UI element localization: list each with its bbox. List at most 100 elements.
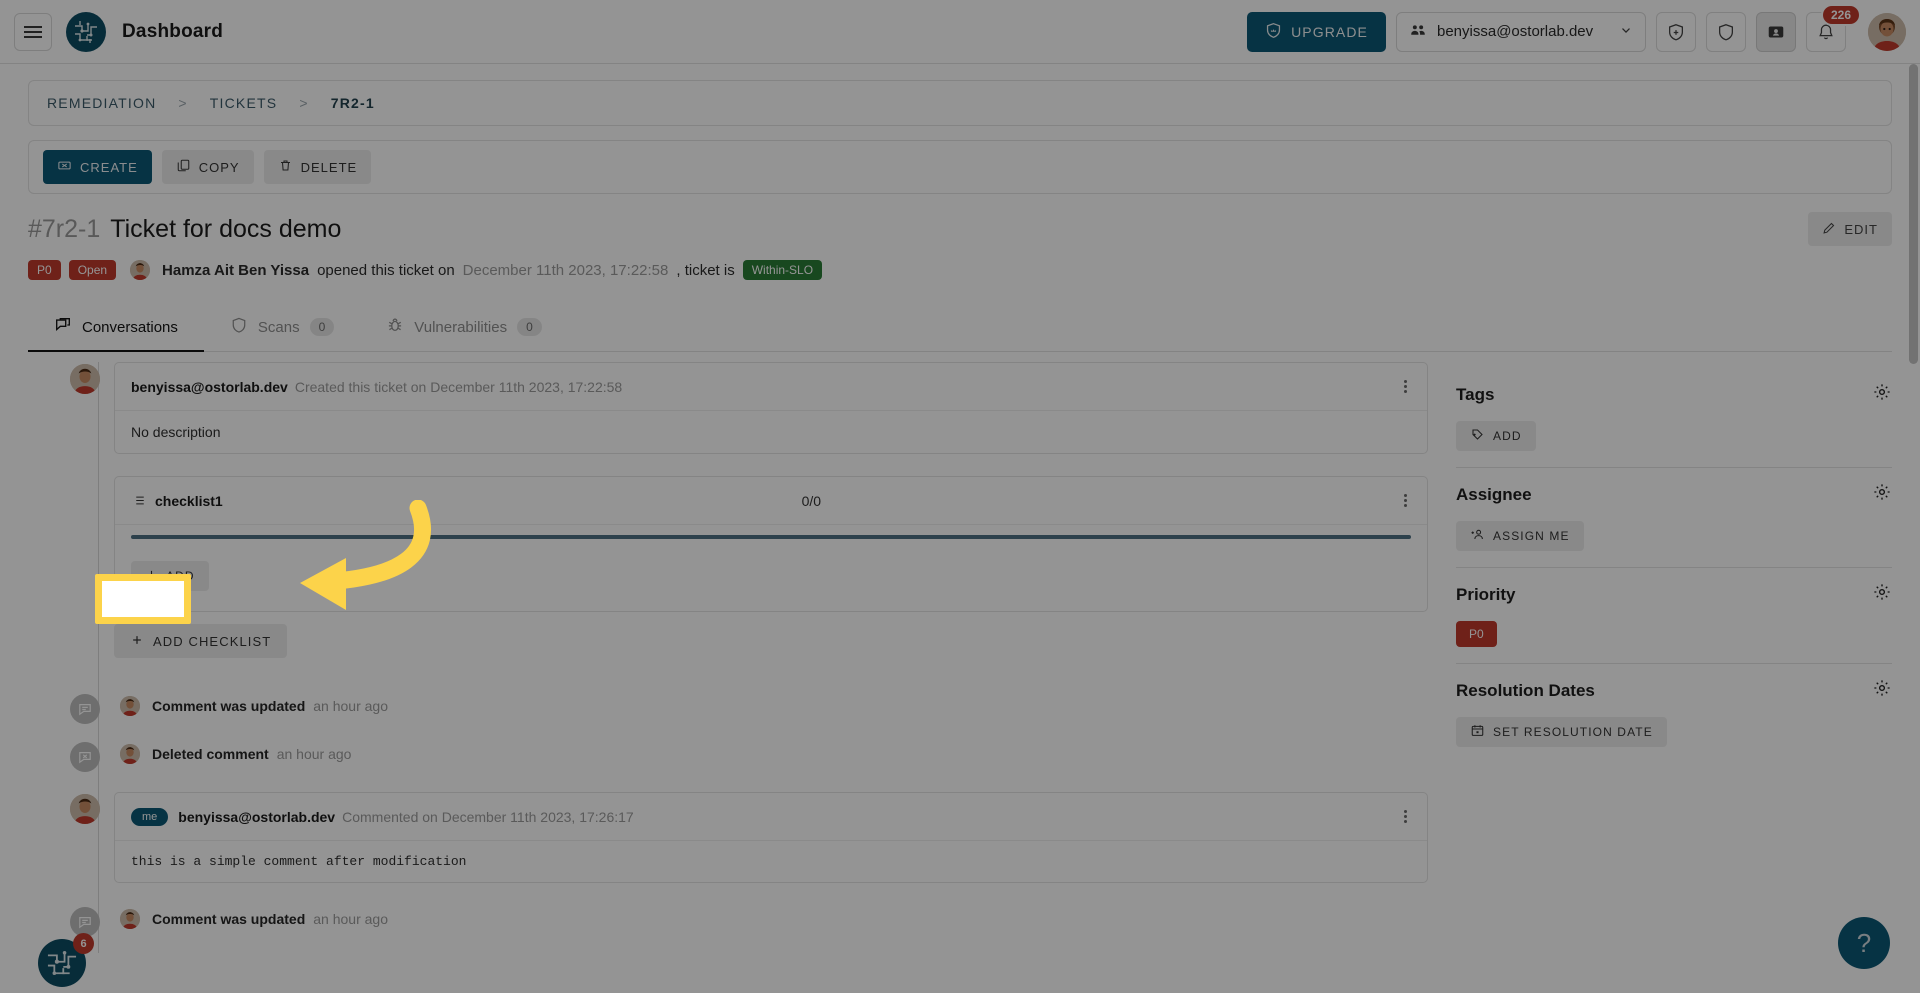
gear-icon[interactable] (1872, 482, 1892, 507)
avatar (70, 364, 100, 394)
card-body: No description (131, 424, 221, 440)
activity-timeline: benyissa@ostorlab.dev Created this ticke… (28, 362, 1428, 953)
section-header: Resolution Dates (1456, 678, 1892, 703)
upgrade-button[interactable]: UPGRADE (1247, 11, 1386, 52)
timeline-item-checklist: checklist1 0/0 ADD ADD CHECKLIST (114, 476, 1428, 658)
shield-plus-icon[interactable] (1656, 11, 1696, 52)
breadcrumb: REMEDIATION > TICKETS > 7R2-1 (28, 80, 1892, 126)
tab-label: Conversations (82, 318, 178, 336)
create-label: CREATE (80, 159, 138, 175)
breadcrumb-item-current[interactable]: 7R2-1 (331, 95, 375, 111)
shield-crown-icon (1265, 22, 1282, 42)
more-vertical-icon[interactable] (1400, 376, 1411, 397)
page-content: REMEDIATION > TICKETS > 7R2-1 CREATE COP… (0, 64, 1920, 953)
ticket-name: Ticket for docs demo (110, 214, 342, 243)
set-resolution-date-button[interactable]: SET RESOLUTION DATE (1456, 717, 1667, 747)
copy-icon (176, 158, 191, 176)
help-label: ? (1856, 927, 1872, 958)
organization-selector[interactable]: benyissa@ostorlab.dev (1396, 11, 1646, 52)
comment-card: me benyissa@ostorlab.dev Commented on De… (114, 792, 1428, 883)
breadcrumb-separator: > (299, 95, 309, 111)
checklist-add-button[interactable]: ADD (131, 561, 209, 591)
slo-badge: Within-SLO (742, 260, 823, 280)
tab-count: 0 (309, 318, 335, 336)
tab-label: Vulnerabilities (414, 318, 508, 336)
user-avatar[interactable] (1868, 12, 1906, 51)
tab-vulnerabilities[interactable]: Vulnerabilities 0 (360, 302, 568, 351)
plus-icon (130, 633, 144, 650)
timeline-item-activity: Comment was updated an hour ago (70, 905, 1428, 937)
activity-text: Deleted comment (152, 746, 269, 762)
shield-icon[interactable] (1706, 11, 1746, 52)
breadcrumb-item-tickets[interactable]: TICKETS (210, 95, 278, 111)
card-header: me benyissa@ostorlab.dev Commented on De… (115, 793, 1427, 841)
notification-badge: 226 (1820, 3, 1861, 26)
add-checklist-label: ADD CHECKLIST (153, 633, 272, 649)
author-avatar (130, 260, 151, 280)
edit-label: EDIT (1844, 221, 1878, 237)
checklist-progress-wrap (115, 525, 1427, 539)
more-vertical-icon[interactable] (1400, 490, 1411, 511)
add-checklist-button[interactable]: ADD CHECKLIST (114, 624, 288, 658)
chat-icon (54, 316, 72, 338)
plus-icon (145, 568, 158, 584)
activity-time: an hour ago (276, 746, 352, 762)
add-tag-label: ADD (1493, 429, 1522, 443)
gear-icon[interactable] (1872, 678, 1892, 703)
id-card-icon[interactable] (1756, 11, 1796, 52)
card-body: this is a simple comment after modificat… (131, 854, 467, 869)
tab-conversations[interactable]: Conversations (28, 302, 204, 352)
gear-icon[interactable] (1872, 382, 1892, 407)
activity-text: Comment was updated (152, 698, 306, 714)
card-action: Commented on December 11th 2023, 17:26:1… (342, 808, 634, 825)
add-tag-button[interactable]: ADD (1456, 421, 1536, 451)
bell-icon[interactable]: 226 (1806, 3, 1861, 52)
avatar (120, 909, 140, 929)
page-scrollbar[interactable] (1909, 64, 1918, 364)
priority-badge: P0 (28, 260, 61, 280)
ticket-tabs: Conversations Scans 0 Vulnerabilities 0 (28, 302, 1892, 352)
edit-button[interactable]: EDIT (1808, 212, 1892, 246)
checklist-count: 0/0 (801, 492, 822, 509)
tab-scans[interactable]: Scans 0 (204, 302, 360, 351)
section-header: Tags (1456, 382, 1892, 407)
section-title: Priority (1456, 584, 1516, 604)
shield-icon (230, 316, 248, 338)
create-button[interactable]: CREATE (43, 150, 152, 184)
breadcrumb-separator: > (178, 95, 188, 111)
copy-label: COPY (198, 159, 240, 175)
section-body: ASSIGN ME (1456, 521, 1892, 551)
chat-widget-button[interactable]: 6 (38, 933, 94, 987)
created-ticket-card: benyissa@ostorlab.dev Created this ticke… (114, 362, 1428, 454)
breadcrumb-item-remediation[interactable]: REMEDIATION (47, 95, 156, 111)
topbar-actions: UPGRADE benyissa@ostorlab.dev 226 (1247, 3, 1906, 52)
organization-label: benyissa@ostorlab.dev (1437, 23, 1594, 40)
gear-icon[interactable] (1872, 582, 1892, 607)
chat-unread-badge: 6 (73, 933, 94, 954)
copy-button[interactable]: COPY (161, 150, 254, 184)
calendar-icon (1470, 723, 1485, 741)
assign-me-label: ASSIGN ME (1493, 529, 1570, 543)
ticket-body: benyissa@ostorlab.dev Created this ticke… (28, 352, 1892, 953)
top-bar: Dashboard UPGRADE benyissa@ostorlab.dev … (0, 0, 1920, 64)
comment-deleted-icon (70, 742, 100, 772)
ticket-created-at: December 11th 2023, 17:22:58 (462, 261, 669, 279)
person-plus-icon (1470, 527, 1485, 545)
card-author: benyissa@ostorlab.dev (131, 378, 288, 395)
ticket-icon (57, 158, 72, 176)
section-title: Tags (1456, 384, 1495, 404)
assign-me-button[interactable]: ASSIGN ME (1456, 521, 1584, 551)
help-button[interactable]: ? (1838, 917, 1890, 969)
avatar (120, 744, 140, 764)
timeline-item-created: benyissa@ostorlab.dev Created this ticke… (70, 362, 1428, 454)
ticket-sidebar: Tags ADD Assignee ASSIGN ME Priority P0 … (1428, 352, 1892, 949)
delete-button[interactable]: DELETE (263, 150, 372, 184)
trash-icon (278, 158, 293, 176)
timeline-item-comment: me benyissa@ostorlab.dev Commented on De… (70, 792, 1428, 883)
hamburger-icon[interactable] (14, 12, 52, 51)
sidebar-section-priority: Priority P0 (1456, 568, 1892, 664)
more-vertical-icon[interactable] (1400, 806, 1411, 827)
activity-row: Comment was updated an hour ago (114, 905, 1428, 933)
set-resolution-date-label: SET RESOLUTION DATE (1493, 725, 1653, 739)
delete-label: DELETE (300, 159, 358, 175)
